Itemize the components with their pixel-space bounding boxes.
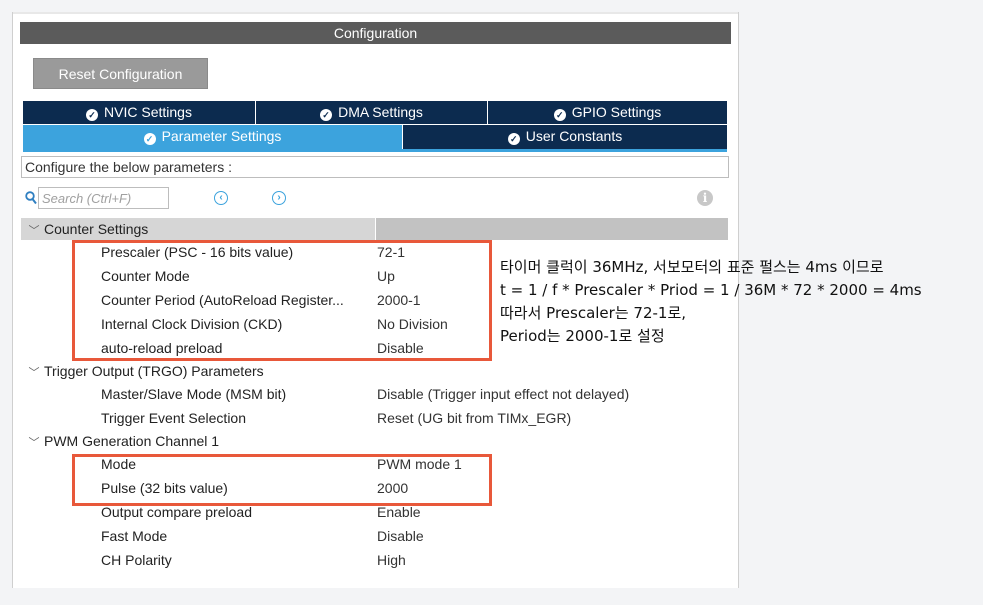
check-icon: ✓ — [320, 109, 333, 121]
search-icon[interactable] — [25, 191, 37, 205]
top-divider — [13, 12, 738, 14]
param-value[interactable]: Reset (UG bit from TIMx_EGR) — [377, 406, 571, 430]
annotation-line: Period는 2000-1로 설정 — [500, 327, 665, 345]
configure-description: Configure the below parameters : — [21, 156, 729, 178]
param-name: Fast Mode — [101, 528, 168, 544]
tab-bar-row1: ✓ NVIC Settings ✓ DMA Settings ✓ GPIO Setti… — [23, 101, 727, 124]
reset-configuration-button[interactable]: Reset Configuration — [33, 58, 208, 89]
group-counter-settings[interactable]: ﹀ Counter Settings — [21, 218, 728, 242]
tab-parameter-settings[interactable]: ✓ Parameter Settings — [23, 125, 403, 149]
search-input[interactable] — [38, 187, 169, 209]
group-trigger-output[interactable]: ﹀ Trigger Output (TRGO) Parameters — [21, 360, 727, 382]
param-value[interactable]: High — [377, 548, 406, 572]
check-icon: ✓ — [507, 133, 520, 145]
counter-settings-highlight — [72, 240, 492, 361]
group-label: Counter Settings — [44, 221, 149, 237]
search-next-icon[interactable]: › — [272, 191, 286, 205]
tab-label: NVIC Settings — [104, 104, 192, 120]
param-row[interactable]: Master/Slave Mode (MSM bit) Disable (Trig… — [21, 382, 727, 406]
param-row[interactable]: Fast Mode Disable — [21, 524, 727, 548]
check-icon: ✓ — [86, 109, 99, 121]
pwm-settings-highlight — [72, 454, 492, 506]
group-value-column — [375, 218, 728, 240]
param-row[interactable]: Trigger Event Selection Reset (UG bit fro… — [21, 406, 727, 430]
tab-nvic-settings[interactable]: ✓ NVIC Settings — [23, 101, 256, 124]
annotation-line: 타이머 클럭이 36MHz, 서보모터의 표준 펄스는 4ms 이므로 — [500, 258, 884, 276]
tab-bar-row2: ✓ Parameter Settings ✓ User Constants — [23, 125, 727, 149]
check-icon: ✓ — [143, 133, 156, 145]
search-row: ‹ › i — [21, 186, 733, 212]
group-label: Trigger Output (TRGO) Parameters — [44, 363, 264, 379]
panel-title: Configuration — [20, 22, 731, 44]
param-value[interactable]: Disable (Trigger input effect not delaye… — [377, 382, 629, 406]
group-label: PWM Generation Channel 1 — [44, 433, 220, 449]
group-pwm-generation-channel-1[interactable]: ﹀ PWM Generation Channel 1 — [21, 430, 727, 452]
tab-dma-settings[interactable]: ✓ DMA Settings — [256, 101, 488, 124]
tab-label: DMA Settings — [338, 104, 423, 120]
tab-label: Parameter Settings — [161, 128, 282, 144]
param-row[interactable]: CH Polarity High — [21, 548, 727, 572]
annotation-note: 타이머 클럭이 36MHz, 서보모터의 표준 펄스는 4ms 이므로 t = … — [500, 256, 922, 348]
param-name: CH Polarity — [101, 552, 172, 568]
param-name: Trigger Event Selection — [101, 410, 246, 426]
active-tab-underline — [23, 149, 727, 152]
chevron-down-icon[interactable]: ﹀ — [24, 362, 44, 384]
info-icon[interactable]: i — [697, 190, 713, 206]
param-name: Master/Slave Mode (MSM bit) — [101, 386, 287, 402]
tab-gpio-settings[interactable]: ✓ GPIO Settings — [488, 101, 727, 124]
tab-user-constants[interactable]: ✓ User Constants — [403, 125, 727, 149]
check-icon: ✓ — [553, 109, 566, 121]
search-previous-icon[interactable]: ‹ — [214, 191, 228, 205]
annotation-line: t = 1 / f * Prescaler * Priod = 1 / 36M … — [500, 281, 922, 299]
tab-label: User Constants — [525, 128, 623, 144]
annotation-line: 따라서 Prescaler는 72-1로, — [500, 304, 687, 322]
param-value[interactable]: Disable — [377, 524, 424, 548]
chevron-down-icon[interactable]: ﹀ — [24, 432, 44, 454]
chevron-down-icon[interactable]: ﹀ — [24, 220, 44, 242]
tab-label: GPIO Settings — [571, 104, 662, 120]
